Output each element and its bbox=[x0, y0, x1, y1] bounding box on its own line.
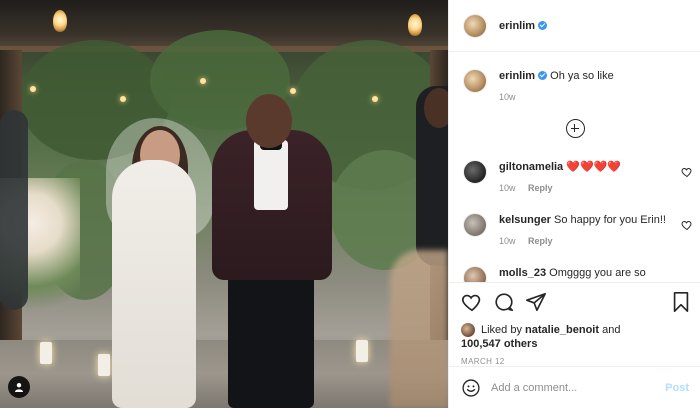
comment-age[interactable]: 10w bbox=[499, 183, 516, 193]
groom-head bbox=[246, 94, 292, 148]
candle bbox=[356, 340, 368, 362]
string-light bbox=[30, 86, 36, 92]
caption-username[interactable]: erinlim bbox=[499, 70, 535, 82]
groom-trousers bbox=[228, 270, 314, 408]
candle bbox=[98, 354, 110, 376]
likes-count[interactable]: 100,547 others bbox=[461, 338, 691, 350]
post-header: erinlim bbox=[449, 0, 700, 52]
comment-item: giltonamelia ❤️❤️❤️❤️ 10w Reply bbox=[449, 160, 700, 196]
post-button[interactable]: Post bbox=[665, 382, 689, 394]
guest-head bbox=[424, 88, 448, 128]
author-username-text[interactable]: erinlim bbox=[499, 20, 535, 32]
comment-item: kelsunger So happy for you Erin!! 10w Re… bbox=[449, 213, 700, 249]
guest-figure bbox=[0, 110, 28, 310]
liked-by-prefix: Liked by bbox=[481, 324, 522, 336]
comment-username[interactable]: giltonamelia bbox=[499, 161, 563, 173]
stone-floor bbox=[0, 340, 448, 408]
author-avatar[interactable] bbox=[463, 13, 487, 38]
comment-item: molls_23 Omgggg you are so bbox=[449, 266, 700, 282]
paper-plane-icon[interactable] bbox=[525, 291, 547, 313]
user-icon bbox=[15, 383, 23, 392]
liked-by: Liked by natalie_benoit and bbox=[461, 323, 691, 337]
comment-text: ❤️❤️❤️❤️ bbox=[566, 161, 622, 173]
post-date[interactable]: MARCH 12 bbox=[461, 357, 691, 366]
tagged-users-button[interactable] bbox=[8, 376, 30, 398]
caption-avatar[interactable] bbox=[463, 69, 487, 93]
reply-button[interactable]: Reply bbox=[528, 183, 553, 193]
bookmark-icon[interactable] bbox=[671, 291, 691, 313]
post-photo[interactable] bbox=[0, 0, 448, 408]
comments-list[interactable]: erinlim Oh ya so like 10w giltonamelia ❤… bbox=[449, 53, 700, 282]
groom-shirt bbox=[254, 140, 288, 210]
heart-icon[interactable] bbox=[461, 291, 483, 313]
plus-circle-icon[interactable] bbox=[565, 119, 585, 138]
post-details-panel: erinlim erinlim Oh ya so like 10w gilton… bbox=[448, 0, 700, 408]
commenter-avatar[interactable] bbox=[463, 266, 487, 282]
comment-username[interactable]: molls_23 bbox=[499, 267, 546, 279]
verified-badge-icon bbox=[538, 71, 548, 80]
foreground-guest-blur bbox=[390, 250, 448, 408]
string-light bbox=[120, 96, 126, 102]
comment-icon[interactable] bbox=[493, 291, 515, 313]
commenter-avatar[interactable] bbox=[463, 213, 487, 237]
string-light bbox=[290, 88, 296, 94]
comment-text: Omgggg you are so bbox=[549, 267, 646, 279]
load-more-comments[interactable] bbox=[449, 119, 700, 143]
post-actions: Liked by natalie_benoit and 100,547 othe… bbox=[449, 282, 700, 366]
add-comment-bar: Post bbox=[449, 366, 700, 408]
comment-like-heart-icon[interactable] bbox=[681, 166, 693, 178]
string-light bbox=[53, 10, 67, 32]
caption-text: Oh ya so like bbox=[550, 70, 614, 82]
comment-text: So happy for you Erin!! bbox=[554, 214, 666, 226]
comment-age[interactable]: 10w bbox=[499, 236, 516, 246]
reply-button[interactable]: Reply bbox=[528, 236, 553, 246]
liker-avatar[interactable] bbox=[461, 323, 475, 337]
verified-badge-icon bbox=[538, 20, 548, 30]
bride-dress bbox=[112, 160, 196, 408]
liked-by-suffix: and bbox=[602, 324, 621, 336]
string-light bbox=[200, 78, 206, 84]
liked-by-username[interactable]: natalie_benoit bbox=[525, 324, 599, 336]
comment-like-heart-icon[interactable] bbox=[681, 219, 693, 231]
smiley-icon[interactable] bbox=[461, 378, 481, 398]
string-light bbox=[372, 96, 378, 102]
string-light bbox=[408, 14, 422, 36]
commenter-avatar[interactable] bbox=[463, 160, 487, 184]
comment-input[interactable] bbox=[491, 381, 666, 394]
author-username[interactable]: erinlim bbox=[499, 20, 548, 32]
comment-username[interactable]: kelsunger bbox=[499, 214, 551, 226]
post-caption: erinlim Oh ya so like 10w bbox=[449, 53, 700, 105]
caption-age[interactable]: 10w bbox=[499, 92, 516, 102]
candle bbox=[40, 342, 52, 364]
